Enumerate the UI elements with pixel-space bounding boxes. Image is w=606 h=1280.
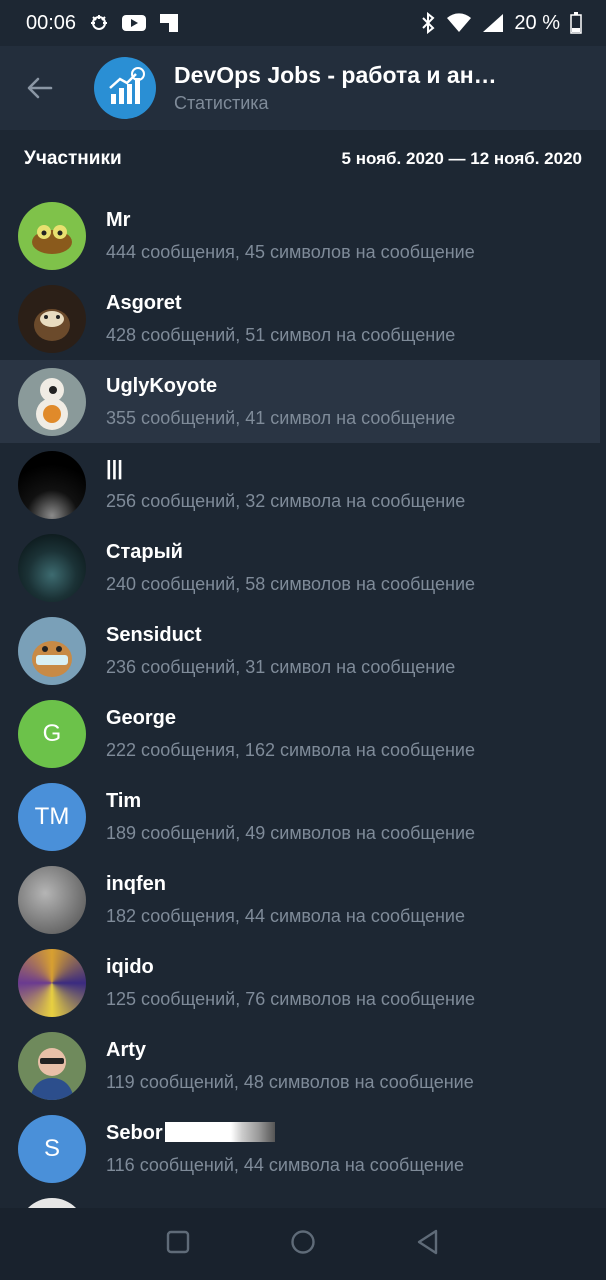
member-stats: 444 сообщения, 45 символов на сообщение xyxy=(106,241,475,262)
member-name: inqfen xyxy=(106,872,166,895)
member-stats: 428 сообщений, 51 символ на сообщение xyxy=(106,324,456,345)
member-row[interactable]: UglyKoyote 355 сообщений, 41 символ на с… xyxy=(0,360,600,443)
member-stats: 189 сообщений, 49 символов на сообщение xyxy=(106,822,476,843)
member-row[interactable]: ||| 256 сообщений, 32 символа на сообщен… xyxy=(0,443,606,526)
section-title: Участники xyxy=(24,148,122,169)
member-avatar xyxy=(18,1197,86,1208)
member-row[interactable]: Mr 444 сообщения, 45 символов на сообщен… xyxy=(0,194,606,277)
member-stats: 125 сообщений, 76 символов на сообщение xyxy=(106,988,476,1009)
system-nav-bar xyxy=(0,1208,606,1280)
back-button[interactable] xyxy=(0,46,80,130)
member-avatar: G xyxy=(18,699,86,768)
member-stats: 240 сообщений, 58 символов на сообщение xyxy=(106,573,476,594)
member-row[interactable] xyxy=(0,1190,606,1208)
member-stats: 182 сообщения, 44 символа на сообщение xyxy=(106,905,465,926)
member-name: Asgoret xyxy=(106,291,182,314)
member-stats: 236 сообщений, 31 символ на сообщение xyxy=(106,656,456,677)
battery-percent: 20 % xyxy=(514,11,560,34)
member-avatar xyxy=(18,284,86,353)
member-avatar xyxy=(18,1031,86,1100)
chat-avatar[interactable] xyxy=(94,57,156,119)
status-time: 00:06 xyxy=(26,11,77,34)
home-button[interactable] xyxy=(290,1229,316,1260)
wifi-icon xyxy=(446,13,472,33)
member-row[interactable]: Старый 240 сообщений, 58 символов на соо… xyxy=(0,526,606,609)
member-row[interactable]: Sensiduct 236 сообщений, 31 символ на со… xyxy=(0,609,606,692)
member-stats: 116 сообщений, 44 символа на сообщение xyxy=(106,1154,464,1175)
member-row[interactable]: S Sebor 116 сообщений, 44 символа на соо… xyxy=(0,1107,606,1190)
name-redaction xyxy=(164,1121,275,1142)
member-name-text: Sebor xyxy=(106,1121,163,1144)
member-row[interactable]: Asgoret 428 сообщений, 51 символ на сооб… xyxy=(0,277,606,360)
chart-growth-icon xyxy=(109,67,145,104)
member-name: ||| xyxy=(106,457,123,480)
member-name: George xyxy=(106,706,177,729)
member-row[interactable]: TM Tim 189 сообщений, 49 символов на соо… xyxy=(0,775,606,858)
recents-button[interactable] xyxy=(166,1230,190,1259)
member-name: Tim xyxy=(106,789,142,812)
member-stats: 355 сообщений, 41 символ на сообщение xyxy=(106,407,456,428)
back-nav-button[interactable] xyxy=(416,1229,440,1260)
date-range[interactable]: 5 нояб. 2020 — 12 нояб. 2020 xyxy=(342,149,582,169)
member-name: Старый xyxy=(106,540,183,563)
member-avatar xyxy=(18,616,86,685)
app-bar: DevOps Jobs - работа и ан… Статистика xyxy=(0,46,606,130)
square-icon xyxy=(166,1230,190,1253)
signal-icon xyxy=(482,13,504,33)
member-avatar xyxy=(18,450,86,519)
status-bar: 00:06 20 % xyxy=(0,0,606,46)
member-avatar xyxy=(18,201,86,270)
chat-title: DevOps Jobs - работа и ан… xyxy=(174,62,497,88)
page-subtitle: Статистика xyxy=(174,93,269,113)
member-stats: 222 сообщения, 162 символа на сообщение xyxy=(106,739,475,760)
member-name: Mr xyxy=(106,208,131,231)
member-row[interactable]: iqido 125 сообщений, 76 символов на сооб… xyxy=(0,941,606,1024)
bluetooth-icon xyxy=(420,12,436,34)
member-row[interactable]: G George 222 сообщения, 162 символа на с… xyxy=(0,692,606,775)
member-name: Arty xyxy=(106,1038,147,1061)
member-avatar: TM xyxy=(18,782,86,851)
member-name: iqido xyxy=(106,955,154,978)
battery-icon xyxy=(570,12,582,34)
member-name: Sensiduct xyxy=(106,623,202,646)
member-row[interactable]: Arty 119 сообщений, 48 символов на сообщ… xyxy=(0,1024,606,1107)
member-avatar xyxy=(18,948,86,1017)
arrow-left-icon xyxy=(27,77,53,99)
member-avatar xyxy=(18,533,86,602)
member-avatar xyxy=(18,865,86,934)
member-name: UglyKoyote xyxy=(106,374,218,397)
member-stats: 119 сообщений, 48 символов на сообщение xyxy=(106,1071,474,1092)
member-name: Sebor xyxy=(106,1121,464,1145)
app-icon xyxy=(158,12,180,34)
triangle-back-icon xyxy=(417,1229,438,1254)
youtube-icon xyxy=(122,14,147,32)
bug-icon xyxy=(88,12,110,34)
circle-icon xyxy=(291,1229,315,1254)
member-list: Mr 444 сообщения, 45 символов на сообщен… xyxy=(0,194,606,1208)
member-avatar xyxy=(18,367,86,436)
member-avatar: S xyxy=(18,1114,86,1183)
member-stats: 256 сообщений, 32 символа на сообщение xyxy=(106,490,466,511)
member-row[interactable]: inqfen 182 сообщения, 44 символа на сооб… xyxy=(0,858,606,941)
members-section-header: Участники 5 нояб. 2020 — 12 нояб. 2020 xyxy=(0,130,606,188)
